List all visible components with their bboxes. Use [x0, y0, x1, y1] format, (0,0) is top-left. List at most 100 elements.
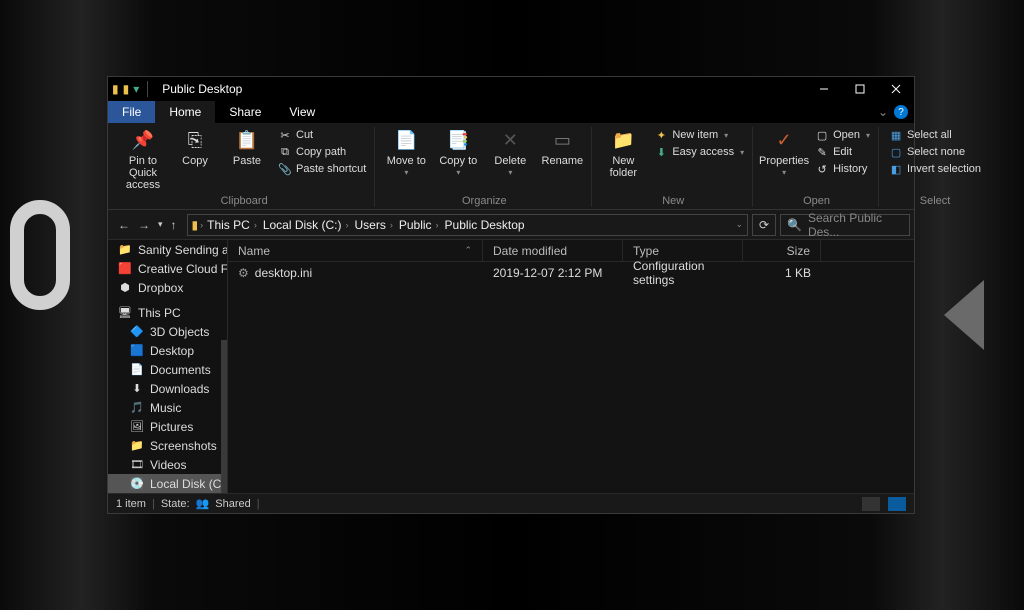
delete-button[interactable]: ✕Delete▾: [487, 127, 533, 180]
breadcrumb-item[interactable]: Public›: [397, 218, 441, 232]
sidebar-item[interactable]: 📁Screenshots: [108, 436, 227, 455]
paste-shortcut-icon: 📎: [278, 162, 292, 176]
column-size[interactable]: Size: [743, 240, 821, 261]
window-title: Public Desktop: [156, 82, 806, 96]
window-controls: [806, 77, 914, 101]
file-name: desktop.ini: [255, 266, 312, 280]
edit-icon: ✎: [815, 145, 829, 159]
search-placeholder: Search Public Des...: [808, 211, 903, 239]
downloads-icon: ⬇: [130, 382, 144, 396]
sidebar-item[interactable]: 🎵Music: [108, 398, 227, 417]
move-to-button[interactable]: 📄Move to▾: [383, 127, 429, 180]
column-date[interactable]: Date modified: [483, 240, 623, 261]
tab-share[interactable]: Share: [215, 101, 275, 123]
minimize-button[interactable]: [806, 77, 842, 101]
refresh-button[interactable]: ⟳: [752, 214, 776, 236]
back-button[interactable]: ←: [118, 218, 130, 232]
cut-icon: ✂: [278, 128, 292, 142]
background-decoration: [10, 200, 70, 310]
details-view-button[interactable]: [862, 497, 880, 511]
location-icon: ▮: [192, 218, 199, 232]
chevron-right-icon[interactable]: ›: [200, 220, 203, 230]
paste-shortcut-button[interactable]: 📎Paste shortcut: [276, 161, 368, 177]
paste-icon: 📋: [235, 129, 259, 153]
help-icon[interactable]: ?: [894, 105, 908, 119]
breadcrumb-item[interactable]: This PC›: [205, 218, 259, 232]
file-list[interactable]: ⚙desktop.ini 2019-12-07 2:12 PM Configur…: [228, 262, 914, 493]
breadcrumb-item[interactable]: Local Disk (C:)›: [261, 218, 351, 232]
refresh-icon: ⟳: [759, 218, 769, 232]
state-value: Shared: [215, 498, 250, 510]
invert-selection-button[interactable]: ◧Invert selection: [887, 161, 983, 177]
sidebar-item[interactable]: 📄Documents: [108, 360, 227, 379]
sidebar-item[interactable]: 💽Local Disk (C:): [108, 474, 227, 493]
3d-icon: 🔷: [130, 325, 144, 339]
dropbox-icon: ⬢: [118, 281, 132, 295]
tab-view[interactable]: View: [275, 101, 329, 123]
breadcrumb-item[interactable]: Users›: [353, 218, 395, 232]
copy-button[interactable]: ⎘ Copy: [172, 127, 218, 169]
sidebar-item-label: Desktop: [150, 344, 194, 358]
breadcrumb-item[interactable]: Public Desktop: [443, 218, 527, 232]
new-item-icon: ✦: [654, 128, 668, 142]
ribbon-group-organize: 📄Move to▾ 📑Copy to▾ ✕Delete▾ ▭Rename Org…: [377, 127, 592, 207]
sidebar-item[interactable]: ⬇Downloads: [108, 379, 227, 398]
sidebar-item[interactable]: ⬢Dropbox: [108, 278, 227, 297]
open-button[interactable]: ▢Open▾: [813, 127, 872, 143]
select-none-button[interactable]: ▢Select none: [887, 144, 983, 160]
easy-access-button[interactable]: ⬇Easy access▾: [652, 144, 746, 160]
column-type[interactable]: Type: [623, 240, 743, 261]
close-icon: [891, 84, 901, 94]
folder-icon[interactable]: ▮: [123, 82, 130, 96]
sidebar-item-label: Pictures: [150, 420, 193, 434]
select-all-button[interactable]: ▦Select all: [887, 127, 983, 143]
sidebar-item[interactable]: 🟦Desktop: [108, 341, 227, 360]
explorer-window: ▮ ▮ ▾ Public Desktop File Home Share Vie…: [107, 76, 915, 514]
pin-icon: 📌: [131, 129, 155, 153]
history-button[interactable]: ↺History: [813, 161, 872, 177]
cut-button[interactable]: ✂Cut: [276, 127, 368, 143]
tab-file[interactable]: File: [108, 101, 155, 123]
sidebar-item-label: Music: [150, 401, 181, 415]
copy-path-button[interactable]: ⧉Copy path: [276, 144, 368, 160]
sidebar-item[interactable]: 🖥This PC: [108, 303, 227, 322]
properties-button[interactable]: ✓Properties▾: [761, 127, 807, 180]
quick-access-toolbar: ▮ ▮ ▾: [108, 81, 156, 97]
tab-home[interactable]: Home: [155, 101, 215, 123]
new-item-button[interactable]: ✦New item▾: [652, 127, 746, 143]
navigation-bar: ← → ▾ ↑ ▮ › This PC› Local Disk (C:)› Us…: [108, 210, 914, 240]
up-button[interactable]: ↑: [171, 218, 177, 232]
group-label: Clipboard: [221, 195, 268, 207]
down-arrow-icon[interactable]: ▾: [133, 82, 139, 96]
sidebar-item[interactable]: 🎞Videos: [108, 455, 227, 474]
chevron-right-icon: ›: [390, 220, 393, 230]
column-headers: Name⌃ Date modified Type Size: [228, 240, 914, 262]
forward-button[interactable]: →: [138, 218, 150, 232]
close-button[interactable]: [878, 77, 914, 101]
large-icons-view-button[interactable]: [888, 497, 906, 511]
search-box[interactable]: 🔍 Search Public Des...: [780, 214, 910, 236]
titlebar[interactable]: ▮ ▮ ▾ Public Desktop: [108, 77, 914, 101]
sidebar-item[interactable]: 🟥Creative Cloud Fil: [108, 259, 227, 278]
sidebar-item[interactable]: 📁Sanity Sending a⌃: [108, 240, 227, 259]
rename-button[interactable]: ▭Rename: [539, 127, 585, 169]
column-name[interactable]: Name⌃: [228, 240, 483, 261]
paste-button[interactable]: 📋 Paste: [224, 127, 270, 169]
address-bar[interactable]: ▮ › This PC› Local Disk (C:)› Users› Pub…: [187, 214, 748, 236]
docs-icon: 📄: [130, 363, 144, 377]
recent-locations-button[interactable]: ▾: [158, 219, 163, 230]
sidebar-item[interactable]: 🔷 3D Objects: [108, 322, 227, 341]
copy-to-button[interactable]: 📑Copy to▾: [435, 127, 481, 180]
pin-to-quick-access-button[interactable]: 📌 Pin to Quick access: [120, 127, 166, 193]
address-dropdown-button[interactable]: ⌄: [735, 219, 743, 230]
scrollbar[interactable]: [221, 340, 227, 493]
sidebar-item-label: 3D Objects: [150, 325, 209, 339]
sidebar-item-label: Creative Cloud Fil: [138, 262, 228, 276]
navigation-pane[interactable]: 📁Sanity Sending a⌃🟥Creative Cloud Fil⬢Dr…: [108, 240, 228, 493]
sidebar-item[interactable]: 🖼Pictures: [108, 417, 227, 436]
maximize-button[interactable]: [842, 77, 878, 101]
edit-button[interactable]: ✎Edit: [813, 144, 872, 160]
new-folder-button[interactable]: 📁New folder: [600, 127, 646, 181]
file-row[interactable]: ⚙desktop.ini 2019-12-07 2:12 PM Configur…: [228, 262, 914, 284]
chevron-down-icon[interactable]: ⌄: [878, 105, 888, 119]
